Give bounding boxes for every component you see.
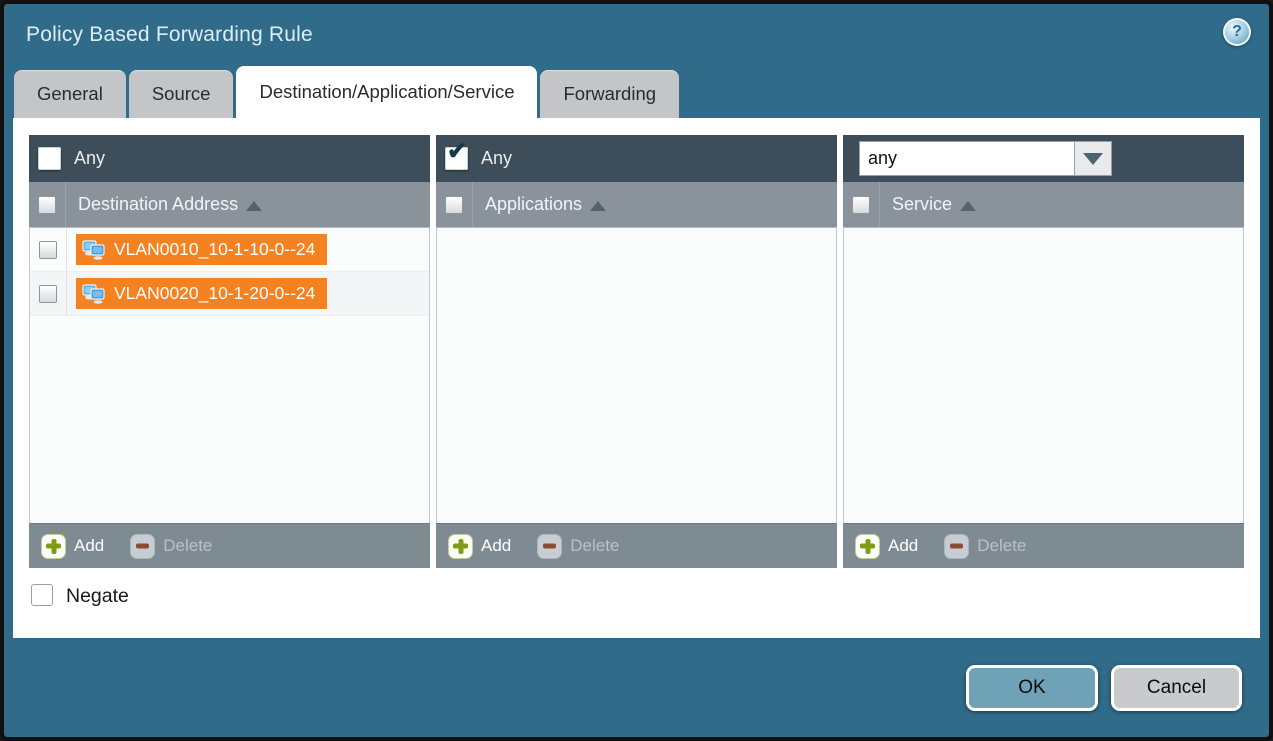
check-icon: ✔ — [447, 140, 467, 164]
tab-general[interactable]: General — [14, 70, 126, 118]
applications-any-checkbox[interactable]: ✔ — [445, 147, 468, 170]
chevron-down-icon — [1083, 153, 1103, 165]
service-toolbar: Add Delete — [843, 523, 1244, 568]
column-header-label[interactable]: Destination Address — [66, 194, 238, 215]
applications-column-header: Applications — [436, 182, 837, 228]
help-icon[interactable]: ? — [1223, 18, 1251, 46]
delete-button[interactable]: Delete — [537, 534, 619, 559]
service-column-header: Service — [843, 182, 1244, 228]
delete-button[interactable]: Delete — [944, 534, 1026, 559]
delete-label: Delete — [570, 536, 619, 556]
select-all-checkbox[interactable] — [445, 196, 463, 214]
service-list[interactable] — [843, 228, 1244, 523]
add-label: Add — [74, 536, 104, 556]
destination-any-bar: Any — [29, 135, 430, 182]
service-dropdown-input[interactable] — [859, 141, 1074, 176]
destination-column-header: Destination Address — [29, 182, 430, 228]
tab-content-panel: Any Destination Address — [13, 118, 1260, 638]
add-button[interactable]: Add — [448, 534, 511, 559]
sort-asc-icon[interactable] — [246, 201, 262, 211]
plus-icon — [855, 534, 880, 559]
sort-asc-icon[interactable] — [590, 201, 606, 211]
tab-destination-application-service[interactable]: Destination/Application/Service — [236, 66, 537, 118]
minus-icon — [537, 534, 562, 559]
select-all-checkbox[interactable] — [38, 196, 56, 214]
service-column: Service Add Delete — [843, 135, 1244, 568]
address-object-vlan0020[interactable]: VLAN0020_10-1-20-0--24 — [76, 278, 327, 309]
service-dropdown — [859, 141, 1112, 176]
applications-any-label: Any — [481, 148, 512, 169]
help-glyph: ? — [1232, 23, 1242, 41]
destination-any-checkbox[interactable] — [38, 147, 61, 170]
sort-asc-icon[interactable] — [960, 201, 976, 211]
tab-source[interactable]: Source — [129, 70, 234, 118]
columns-container: Any Destination Address — [29, 135, 1244, 568]
minus-icon — [130, 534, 155, 559]
pbf-rule-dialog: Policy Based Forwarding Rule ? General S… — [0, 0, 1273, 741]
plus-icon — [41, 534, 66, 559]
dialog-action-bar: OK Cancel — [4, 638, 1269, 737]
add-label: Add — [888, 536, 918, 556]
address-label: VLAN0020_10-1-20-0--24 — [114, 283, 315, 304]
dialog-titlebar: Policy Based Forwarding Rule ? — [4, 4, 1269, 66]
add-button[interactable]: Add — [41, 534, 104, 559]
column-header-label[interactable]: Applications — [473, 194, 582, 215]
tab-forwarding[interactable]: Forwarding — [540, 70, 679, 118]
header-checkbox-cell — [29, 182, 66, 227]
select-all-checkbox[interactable] — [852, 196, 870, 214]
applications-column: ✔ Any Applications Add — [436, 135, 837, 568]
ok-button[interactable]: OK — [966, 665, 1098, 711]
destination-any-label: Any — [74, 148, 105, 169]
destination-address-list[interactable]: VLAN0010_10-1-10-0--24 — [29, 228, 430, 523]
row-checkbox[interactable] — [39, 285, 57, 303]
table-row[interactable]: VLAN0010_10-1-10-0--24 — [30, 228, 429, 272]
cancel-button[interactable]: Cancel — [1111, 665, 1242, 711]
negate-label: Negate — [66, 585, 129, 608]
tab-bar: General Source Destination/Application/S… — [4, 66, 1269, 118]
header-checkbox-cell — [843, 182, 880, 227]
service-dropdown-button[interactable] — [1074, 141, 1112, 176]
network-computers-icon — [82, 284, 106, 304]
delete-button[interactable]: Delete — [130, 534, 212, 559]
applications-any-bar: ✔ Any — [436, 135, 837, 182]
row-checkbox[interactable] — [39, 241, 57, 259]
delete-label: Delete — [977, 536, 1026, 556]
page-title: Policy Based Forwarding Rule — [4, 23, 313, 47]
negate-row: Negate — [29, 568, 1244, 638]
address-object-vlan0010[interactable]: VLAN0010_10-1-10-0--24 — [76, 234, 327, 265]
negate-checkbox[interactable] — [31, 584, 53, 606]
header-checkbox-cell — [436, 182, 473, 227]
plus-icon — [448, 534, 473, 559]
table-row[interactable]: VLAN0020_10-1-20-0--24 — [30, 272, 429, 316]
add-button[interactable]: Add — [855, 534, 918, 559]
network-computers-icon — [82, 240, 106, 260]
add-label: Add — [481, 536, 511, 556]
destination-toolbar: Add Delete — [29, 523, 430, 568]
row-checkbox-cell — [30, 228, 67, 271]
delete-label: Delete — [163, 536, 212, 556]
service-any-bar — [843, 135, 1244, 182]
column-header-label[interactable]: Service — [880, 194, 952, 215]
row-checkbox-cell — [30, 272, 67, 315]
applications-toolbar: Add Delete — [436, 523, 837, 568]
minus-icon — [944, 534, 969, 559]
applications-list[interactable] — [436, 228, 837, 523]
destination-address-column: Any Destination Address — [29, 135, 430, 568]
address-label: VLAN0010_10-1-10-0--24 — [114, 239, 315, 260]
